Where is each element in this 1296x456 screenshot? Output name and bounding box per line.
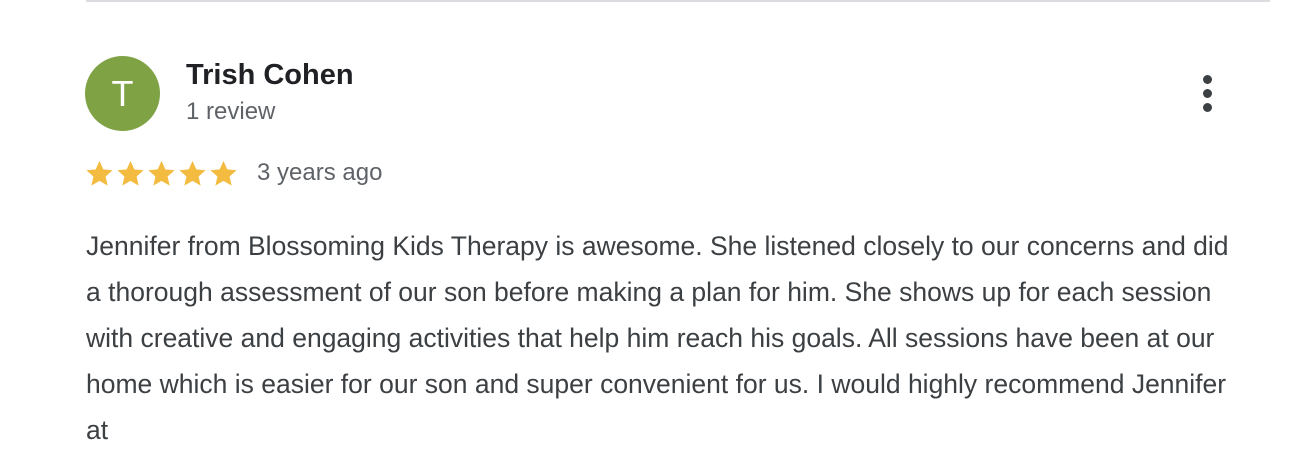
star-icon [179,160,206,186]
more-options-button[interactable] [1188,68,1226,118]
star-icon [148,160,175,186]
avatar[interactable]: T [85,56,160,131]
review-date: 3 years ago [257,159,383,186]
reviewer-name[interactable]: Trish Cohen [186,59,354,92]
star-icon [117,160,144,186]
rating-row: 3 years ago [84,155,382,191]
star-icon [86,160,113,186]
review-text: Jennifer from Blossoming Kids Therapy is… [86,231,1229,445]
more-vert-icon [1202,74,1212,112]
top-divider [86,0,1270,2]
star-icon [210,160,237,186]
avatar-initial: T [111,72,134,114]
review-count: 1 review [186,98,276,125]
star-rating [84,158,239,189]
